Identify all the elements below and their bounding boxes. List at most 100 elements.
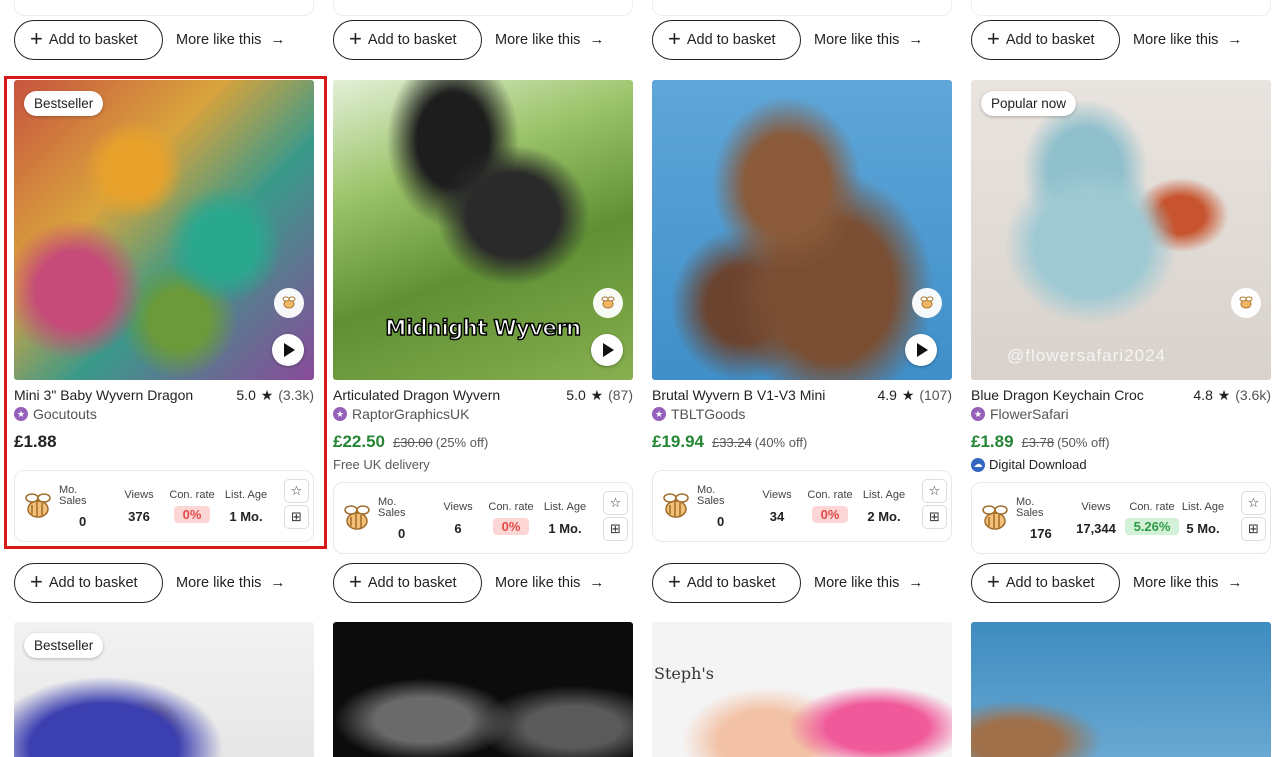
original-price: £33.24 bbox=[712, 435, 752, 450]
arrow-right-icon: → bbox=[1227, 574, 1243, 591]
mo-sales-stat: Mo. Sales 0 bbox=[697, 484, 725, 530]
expand-icon[interactable]: ⊞ bbox=[603, 517, 628, 541]
favorite-star-icon[interactable]: ☆ bbox=[603, 491, 628, 515]
shop-watermark: Steph's bbox=[654, 664, 715, 683]
star-seller-icon: ★ bbox=[333, 407, 347, 421]
add-to-basket-button[interactable]: + Add to basket bbox=[14, 20, 163, 60]
add-to-basket-button[interactable]: + Add to basket bbox=[971, 20, 1120, 60]
product-title[interactable]: Brutal Wyvern B V1-V3 Mini bbox=[652, 387, 878, 404]
sale-price: £19.94 bbox=[652, 432, 704, 451]
stats-panel: Mo. Sales 0 Views 6 Con. rate 0% List. Ag… bbox=[333, 482, 633, 554]
dark-wing-dragon-image bbox=[333, 622, 633, 757]
product-title-row: Blue Dragon Keychain Croc 4.8 ★ (3.6k) bbox=[971, 387, 1271, 404]
favorite-star-icon[interactable]: ☆ bbox=[922, 479, 947, 503]
arrow-right-icon: → bbox=[270, 31, 286, 48]
sale-price: £1.89 bbox=[971, 432, 1014, 451]
favorite-star-icon[interactable]: ☆ bbox=[284, 479, 309, 503]
plus-icon: + bbox=[349, 26, 362, 51]
free-delivery-label: Free UK delivery bbox=[333, 457, 430, 472]
arrow-right-icon: → bbox=[908, 31, 924, 48]
expand-icon[interactable]: ⊞ bbox=[284, 505, 309, 529]
shop-name[interactable]: ★ TBLTGoods bbox=[652, 406, 745, 422]
shop-name[interactable]: ★ FlowerSafari bbox=[971, 406, 1069, 422]
expand-icon[interactable]: ⊞ bbox=[922, 505, 947, 529]
plus-icon: + bbox=[349, 569, 362, 594]
bee-icon[interactable] bbox=[1231, 288, 1261, 318]
views-stat: Views 34 bbox=[762, 489, 792, 525]
add-to-basket-button[interactable]: + Add to basket bbox=[971, 563, 1120, 603]
more-like-this-link[interactable]: More like this → bbox=[176, 574, 285, 591]
prev-card-actions: + Add to basket More like this → bbox=[652, 20, 952, 60]
play-video-icon[interactable] bbox=[905, 334, 937, 366]
next-product-image[interactable] bbox=[333, 622, 633, 757]
bee-logo-icon bbox=[344, 505, 370, 530]
more-like-this-link[interactable]: More like this → bbox=[495, 574, 604, 591]
popular-now-badge: Popular now bbox=[981, 91, 1077, 116]
bee-icon[interactable] bbox=[274, 288, 304, 318]
star-seller-icon: ★ bbox=[971, 407, 985, 421]
next-product-image[interactable] bbox=[971, 622, 1271, 757]
discount: (40% off) bbox=[754, 435, 808, 450]
expand-icon[interactable]: ⊞ bbox=[1241, 517, 1266, 541]
more-like-this-link[interactable]: More like this → bbox=[176, 31, 285, 48]
star-icon: ★ bbox=[590, 387, 604, 403]
views-stat: Views 376 bbox=[124, 489, 154, 525]
shop-name[interactable]: ★ Gocutouts bbox=[14, 406, 97, 422]
price-row: £1.89 £3.78 (50% off) bbox=[971, 432, 1110, 452]
image-caption: Midnight Wyvern bbox=[385, 315, 582, 341]
product-image[interactable]: Midnight Wyvern bbox=[333, 80, 633, 380]
product-image[interactable]: Bestseller bbox=[14, 80, 314, 380]
product-title[interactable]: Blue Dragon Keychain Croc bbox=[971, 387, 1193, 404]
add-to-basket-button[interactable]: + Add to basket bbox=[652, 20, 801, 60]
mo-sales-stat: Mo. Sales 0 bbox=[59, 484, 87, 530]
more-like-this-link[interactable]: More like this → bbox=[1133, 31, 1242, 48]
arrow-right-icon: → bbox=[589, 574, 605, 591]
arrow-right-icon: → bbox=[908, 574, 924, 591]
more-like-this-link[interactable]: More like this → bbox=[495, 31, 604, 48]
conversion-rate-stat: Con. rate 0% bbox=[807, 489, 853, 523]
play-video-icon[interactable] bbox=[591, 334, 623, 366]
add-to-basket-button[interactable]: + Add to basket bbox=[333, 20, 482, 60]
product-title[interactable]: Articulated Dragon Wyvern bbox=[333, 387, 566, 404]
play-video-icon[interactable] bbox=[272, 334, 304, 366]
blue-crochet-dragon-image bbox=[971, 80, 1271, 380]
discount: (25% off) bbox=[435, 435, 489, 450]
bee-logo-icon bbox=[982, 505, 1008, 530]
product-image[interactable] bbox=[652, 80, 952, 380]
plus-icon: + bbox=[987, 26, 1000, 51]
prev-card-actions: + Add to basket More like this → bbox=[333, 20, 633, 60]
conversion-rate-stat: Con. rate 0% bbox=[169, 489, 215, 523]
bee-icon[interactable] bbox=[912, 288, 942, 318]
next-product-image[interactable]: Steph's bbox=[652, 622, 952, 757]
product-image[interactable]: Popular now @flowersafari2024 bbox=[971, 80, 1271, 380]
product-title-row: Brutal Wyvern B V1-V3 Mini 4.9 ★ (107) bbox=[652, 387, 952, 404]
listing-age-stat: List. Age 5 Mo. bbox=[1181, 501, 1225, 537]
bestseller-badge: Bestseller bbox=[24, 91, 104, 116]
add-to-basket-button[interactable]: + Add to basket bbox=[652, 563, 801, 603]
listing-age-stat: List. Age 1 Mo. bbox=[543, 501, 587, 537]
plus-icon: + bbox=[668, 26, 681, 51]
discount: (50% off) bbox=[1057, 435, 1110, 450]
favorite-star-icon[interactable]: ☆ bbox=[1241, 491, 1266, 515]
price: £1.88 bbox=[14, 432, 57, 451]
mo-sales-stat: Mo. Sales 176 bbox=[1016, 496, 1052, 542]
card-actions: + Add to basket More like this → bbox=[971, 563, 1271, 603]
arrow-right-icon: → bbox=[589, 31, 605, 48]
add-to-basket-button[interactable]: + Add to basket bbox=[333, 563, 482, 603]
bee-logo-icon bbox=[663, 493, 689, 518]
more-like-this-link[interactable]: More like this → bbox=[814, 31, 923, 48]
arrow-right-icon: → bbox=[1227, 31, 1243, 48]
rainbow-dragons-image bbox=[14, 80, 314, 380]
more-like-this-link[interactable]: More like this → bbox=[1133, 574, 1242, 591]
bee-icon[interactable] bbox=[593, 288, 623, 318]
add-to-basket-button[interactable]: + Add to basket bbox=[14, 563, 163, 603]
stats-side-buttons: ☆ ⊞ bbox=[922, 479, 947, 531]
plus-icon: + bbox=[30, 569, 43, 594]
stats-side-buttons: ☆ ⊞ bbox=[603, 491, 628, 543]
shop-name[interactable]: ★ RaptorGraphicsUK bbox=[333, 406, 470, 422]
next-product-image[interactable]: Bestseller bbox=[14, 622, 314, 757]
stats-side-buttons: ☆ ⊞ bbox=[284, 479, 309, 531]
price-row: £22.50 £30.00 (25% off) bbox=[333, 432, 488, 452]
product-title[interactable]: Mini 3" Baby Wyvern Dragon bbox=[14, 387, 236, 404]
more-like-this-link[interactable]: More like this → bbox=[814, 574, 923, 591]
